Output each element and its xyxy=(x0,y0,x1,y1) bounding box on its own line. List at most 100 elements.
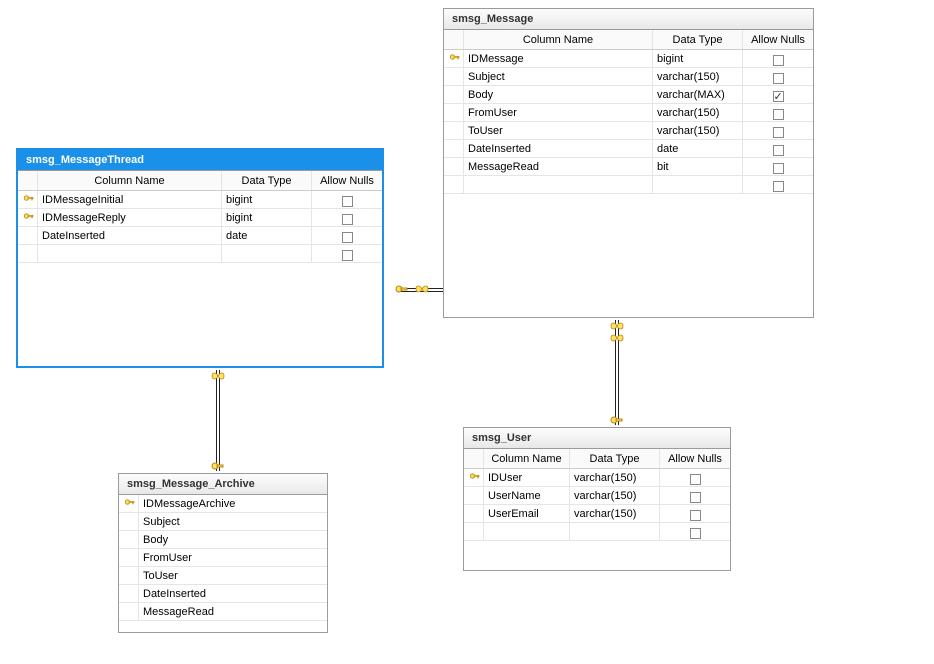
table-title: smsg_Message xyxy=(444,9,813,30)
column-name-cell: IDMessageInitial xyxy=(38,191,222,208)
table-row[interactable]: ToUser xyxy=(119,567,327,585)
allow-nulls-checkbox[interactable] xyxy=(690,510,701,521)
allow-nulls-checkbox[interactable] xyxy=(690,492,701,503)
header-column-name: Column Name xyxy=(464,30,653,49)
key-cell xyxy=(119,495,139,512)
data-type-cell: varchar(150) xyxy=(570,469,660,486)
table-row[interactable]: DateInserteddate xyxy=(18,227,382,245)
allow-nulls-cell xyxy=(312,245,382,262)
relationship-key-icon xyxy=(610,413,624,427)
table-row[interactable]: DateInserteddate xyxy=(444,140,813,158)
allow-nulls-checkbox[interactable] xyxy=(773,109,784,120)
header-column-name: Column Name xyxy=(38,171,222,190)
allow-nulls-checkbox[interactable] xyxy=(342,232,353,243)
data-type-cell xyxy=(222,245,312,262)
table-smsg-message[interactable]: smsg_Message Column Name Data Type Allow… xyxy=(443,8,814,318)
column-name-cell: ToUser xyxy=(464,122,653,139)
table-row[interactable]: FromUser xyxy=(119,549,327,567)
table-row[interactable]: Body xyxy=(119,531,327,549)
header-allow-nulls: Allow Nulls xyxy=(312,171,382,190)
column-name-cell: ToUser xyxy=(139,567,327,584)
table-title: smsg_Message_Archive xyxy=(119,474,327,495)
column-headers: Column Name Data Type Allow Nulls xyxy=(464,449,730,469)
column-name-cell: Body xyxy=(464,86,653,103)
column-name-cell: Subject xyxy=(464,68,653,85)
key-cell xyxy=(444,86,464,103)
column-name-cell: MessageRead xyxy=(139,603,327,620)
key-cell xyxy=(444,68,464,85)
header-data-type: Data Type xyxy=(570,449,660,468)
allow-nulls-checkbox[interactable] xyxy=(690,528,701,539)
relationship-key-icon xyxy=(211,459,225,473)
allow-nulls-checkbox[interactable] xyxy=(773,127,784,138)
allow-nulls-checkbox[interactable] xyxy=(342,196,353,207)
table-row[interactable]: IDUservarchar(150) xyxy=(464,469,730,487)
allow-nulls-checkbox[interactable] xyxy=(773,55,784,66)
table-row[interactable]: FromUservarchar(150) xyxy=(444,104,813,122)
key-cell xyxy=(464,487,484,504)
table-row[interactable]: IDMessageReplybigint xyxy=(18,209,382,227)
data-type-cell: date xyxy=(222,227,312,244)
column-name-cell: UserName xyxy=(484,487,570,504)
table-row[interactable]: ToUservarchar(150) xyxy=(444,122,813,140)
allow-nulls-checkbox[interactable] xyxy=(773,163,784,174)
allow-nulls-cell xyxy=(312,209,382,226)
table-rows: IDMessageArchiveSubjectBodyFromUserToUse… xyxy=(119,495,327,621)
table-title: smsg_User xyxy=(464,428,730,449)
data-type-cell: varchar(150) xyxy=(570,505,660,522)
table-smsg-messagethread[interactable]: smsg_MessageThread Column Name Data Type… xyxy=(16,148,384,368)
relationship-key-icon xyxy=(395,282,409,296)
table-row[interactable]: UserNamevarchar(150) xyxy=(464,487,730,505)
table-row[interactable]: Subject xyxy=(119,513,327,531)
data-type-cell: bigint xyxy=(653,50,743,67)
column-name-cell: FromUser xyxy=(139,549,327,566)
table-row[interactable] xyxy=(444,176,813,194)
data-type-cell: varchar(150) xyxy=(570,487,660,504)
key-cell xyxy=(444,122,464,139)
header-data-type: Data Type xyxy=(222,171,312,190)
allow-nulls-checkbox[interactable] xyxy=(773,181,784,192)
primary-key-icon xyxy=(449,52,459,62)
table-row[interactable]: IDMessageInitialbigint xyxy=(18,191,382,209)
table-row[interactable]: IDMessageArchive xyxy=(119,495,327,513)
column-name-cell: MessageRead xyxy=(464,158,653,175)
column-headers: Column Name Data Type Allow Nulls xyxy=(18,171,382,191)
data-type-cell: date xyxy=(653,140,743,157)
allow-nulls-checkbox[interactable] xyxy=(773,91,784,102)
table-row[interactable]: IDMessagebigint xyxy=(444,50,813,68)
header-data-type: Data Type xyxy=(653,30,743,49)
data-type-cell xyxy=(653,176,743,193)
column-name-cell: FromUser xyxy=(464,104,653,121)
table-smsg-message-archive[interactable]: smsg_Message_Archive IDMessageArchiveSub… xyxy=(118,473,328,633)
key-cell xyxy=(444,104,464,121)
allow-nulls-checkbox[interactable] xyxy=(773,73,784,84)
column-name-cell: DateInserted xyxy=(38,227,222,244)
table-row[interactable]: MessageReadbit xyxy=(444,158,813,176)
relationship-infinity-icon xyxy=(414,283,428,297)
key-cell xyxy=(119,585,139,602)
allow-nulls-checkbox[interactable] xyxy=(773,145,784,156)
table-row[interactable] xyxy=(18,245,382,263)
allow-nulls-cell xyxy=(660,487,730,504)
table-row[interactable]: DateInserted xyxy=(119,585,327,603)
table-row[interactable]: Subjectvarchar(150) xyxy=(444,68,813,86)
table-rows: IDMessageInitialbigintIDMessageReplybigi… xyxy=(18,191,382,263)
key-cell xyxy=(18,227,38,244)
allow-nulls-checkbox[interactable] xyxy=(690,474,701,485)
key-cell xyxy=(464,505,484,522)
table-row[interactable]: MessageRead xyxy=(119,603,327,621)
allow-nulls-checkbox[interactable] xyxy=(342,250,353,261)
data-type-cell: varchar(150) xyxy=(653,68,743,85)
header-column-name: Column Name xyxy=(484,449,570,468)
allow-nulls-cell xyxy=(743,50,813,67)
table-smsg-user[interactable]: smsg_User Column Name Data Type Allow Nu… xyxy=(463,427,731,571)
table-row[interactable]: Bodyvarchar(MAX) xyxy=(444,86,813,104)
allow-nulls-cell xyxy=(743,140,813,157)
table-row[interactable]: UserEmailvarchar(150) xyxy=(464,505,730,523)
table-row[interactable] xyxy=(464,523,730,541)
header-allow-nulls: Allow Nulls xyxy=(660,449,730,468)
key-cell xyxy=(444,158,464,175)
column-name-cell xyxy=(484,523,570,540)
allow-nulls-checkbox[interactable] xyxy=(342,214,353,225)
key-cell xyxy=(119,603,139,620)
